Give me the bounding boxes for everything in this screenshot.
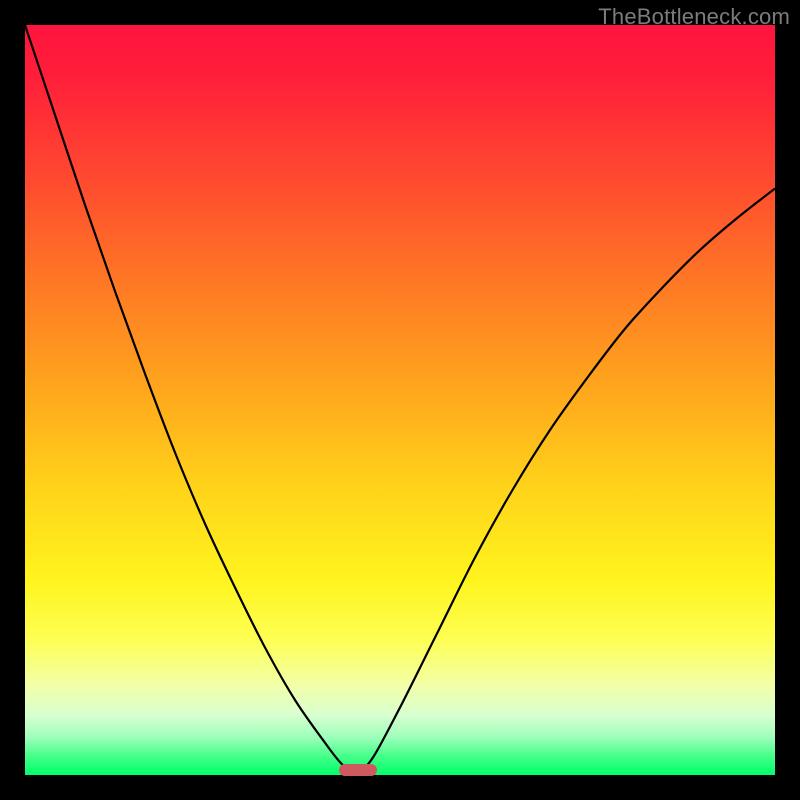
- plot-area: [25, 25, 775, 775]
- chart-frame: [25, 25, 775, 775]
- bottleneck-curve: [25, 25, 775, 775]
- curve-right-branch: [358, 189, 775, 776]
- minimum-marker: [339, 764, 377, 776]
- watermark-text: TheBottleneck.com: [598, 4, 790, 30]
- curve-left-branch: [25, 25, 358, 775]
